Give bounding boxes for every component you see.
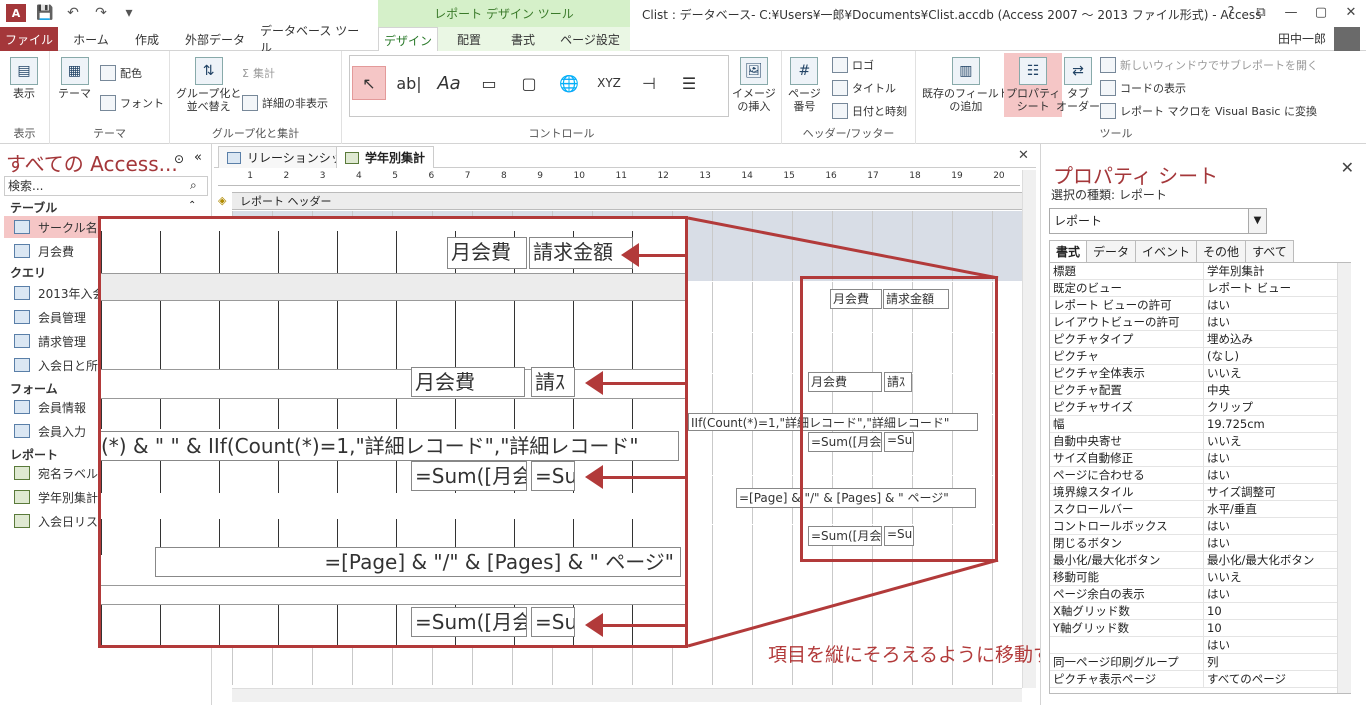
property-row[interactable]: ページに合わせる はい	[1050, 467, 1350, 484]
property-name: ページに合わせる	[1050, 467, 1204, 483]
highlight-box	[800, 276, 998, 562]
property-value[interactable]: いいえ	[1204, 433, 1350, 449]
tab-all[interactable]: すべて	[1245, 240, 1294, 262]
property-name: ピクチャ表示ページ	[1050, 671, 1204, 687]
property-row[interactable]: 標題 学年別集計	[1050, 263, 1350, 280]
tab-other[interactable]: その他	[1196, 240, 1247, 262]
property-sheet: プロパティ シート ✕ 選択の種類: レポート レポート ▼ 書式 データ イベ…	[1040, 144, 1366, 705]
property-value[interactable]: はい	[1204, 535, 1350, 551]
property-row[interactable]: スクロールバー 水平/垂直	[1050, 501, 1350, 518]
property-value[interactable]: はい	[1204, 586, 1350, 602]
property-value[interactable]: 学年別集計	[1204, 263, 1350, 279]
property-name: ピクチャ配置	[1050, 382, 1204, 398]
property-name: 自動中央寄せ	[1050, 433, 1204, 449]
property-value[interactable]: 列	[1204, 654, 1350, 670]
property-row[interactable]: コントロールボックス はい	[1050, 518, 1350, 535]
property-sheet-title: プロパティ シート	[1053, 164, 1219, 188]
property-row[interactable]: レポート ビューの許可 はい	[1050, 297, 1350, 314]
selection-type: 選択の種類: レポート	[1051, 188, 1167, 202]
property-name: サイズ自動修正	[1050, 450, 1204, 466]
property-name: コントロールボックス	[1050, 518, 1204, 534]
property-row[interactable]: ピクチャ全体表示 いいえ	[1050, 365, 1350, 382]
property-name: ページ余白の表示	[1050, 586, 1204, 602]
property-value[interactable]: (なし)	[1204, 348, 1350, 364]
tab-format[interactable]: 書式	[1049, 240, 1088, 262]
property-row[interactable]: ピクチャ (なし)	[1050, 348, 1350, 365]
property-row[interactable]: はい	[1050, 637, 1350, 654]
close-icon[interactable]: ✕	[1341, 158, 1354, 177]
tab-data[interactable]: データ	[1086, 240, 1137, 262]
chevron-down-icon[interactable]: ▼	[1248, 209, 1266, 233]
property-value[interactable]: はい	[1204, 450, 1350, 466]
property-name: ピクチャ全体表示	[1050, 365, 1204, 381]
property-name: Y軸グリッド数	[1050, 620, 1204, 636]
property-name: 閉じるボタン	[1050, 535, 1204, 551]
property-name: 標題	[1050, 263, 1204, 279]
property-name	[1050, 637, 1204, 653]
property-value[interactable]: はい	[1204, 518, 1350, 534]
property-row[interactable]: Y軸グリッド数 10	[1050, 620, 1350, 637]
property-name: 最小化/最大化ボタン	[1050, 552, 1204, 568]
property-value[interactable]: 10	[1204, 603, 1350, 619]
property-name: 同一ページ印刷グループ	[1050, 654, 1204, 670]
property-value[interactable]: 最小化/最大化ボタン	[1204, 552, 1350, 568]
property-name: 境界線スタイル	[1050, 484, 1204, 500]
property-row[interactable]: ピクチャ配置 中央	[1050, 382, 1350, 399]
property-name: ピクチャサイズ	[1050, 399, 1204, 415]
property-table: 標題 学年別集計 既定のビュー レポート ビュー レポート ビューの許可 はい レイアウトビ…	[1049, 262, 1351, 694]
property-name: 移動可能	[1050, 569, 1204, 585]
property-value[interactable]: いいえ	[1204, 569, 1350, 585]
property-row[interactable]: X軸グリッド数 10	[1050, 603, 1350, 620]
property-row[interactable]: 最小化/最大化ボタン 最小化/最大化ボタン	[1050, 552, 1350, 569]
tab-event[interactable]: イベント	[1135, 240, 1198, 262]
property-value[interactable]: すべてのページ	[1204, 671, 1350, 687]
property-value[interactable]: いいえ	[1204, 365, 1350, 381]
property-row[interactable]: 境界線スタイル サイズ調整可	[1050, 484, 1350, 501]
property-value[interactable]: クリップ	[1204, 399, 1350, 415]
property-value[interactable]: レポート ビュー	[1204, 280, 1350, 296]
property-row[interactable]: 既定のビュー レポート ビュー	[1050, 280, 1350, 297]
property-row[interactable]: 移動可能 いいえ	[1050, 569, 1350, 586]
property-row[interactable]: ピクチャサイズ クリップ	[1050, 399, 1350, 416]
property-row[interactable]: レイアウトビューの許可 はい	[1050, 314, 1350, 331]
property-row[interactable]: 幅 19.725cm	[1050, 416, 1350, 433]
property-name: レイアウトビューの許可	[1050, 314, 1204, 330]
property-row[interactable]: サイズ自動修正 はい	[1050, 450, 1350, 467]
property-row[interactable]: 同一ページ印刷グループ列	[1050, 654, 1350, 671]
selection-dropdown[interactable]: レポート ▼	[1049, 208, 1267, 234]
property-value[interactable]: はい	[1204, 467, 1350, 483]
annotation-text: 項目を縦にそろえるように移動する	[768, 644, 1072, 666]
property-row[interactable]: ピクチャタイプ 埋め込み	[1050, 331, 1350, 348]
property-row[interactable]: 閉じるボタン はい	[1050, 535, 1350, 552]
property-value[interactable]: 中央	[1204, 382, 1350, 398]
property-name: 既定のビュー	[1050, 280, 1204, 296]
property-value[interactable]: 19.725cm	[1204, 416, 1350, 432]
property-value[interactable]: 水平/垂直	[1204, 501, 1350, 517]
property-name: スクロールバー	[1050, 501, 1204, 517]
property-value[interactable]: はい	[1204, 637, 1350, 653]
property-name: ピクチャ	[1050, 348, 1204, 364]
property-scrollbar[interactable]	[1337, 263, 1351, 693]
property-name: 幅	[1050, 416, 1204, 432]
selection-value: レポート	[1054, 214, 1103, 228]
property-value[interactable]: はい	[1204, 297, 1350, 313]
property-row[interactable]: ページ余白の表示 はい	[1050, 586, 1350, 603]
property-value[interactable]: サイズ調整可	[1204, 484, 1350, 500]
property-value[interactable]: 10	[1204, 620, 1350, 636]
property-value[interactable]: はい	[1204, 314, 1350, 330]
property-name: ピクチャタイプ	[1050, 331, 1204, 347]
property-row[interactable]: ピクチャ表示ページ すべてのページ	[1050, 671, 1350, 688]
property-row[interactable]: 自動中央寄せ いいえ	[1050, 433, 1350, 450]
property-name: X軸グリッド数	[1050, 603, 1204, 619]
property-tabs: 書式 データ イベント その他 すべて	[1049, 240, 1294, 262]
property-name: レポート ビューの許可	[1050, 297, 1204, 313]
property-value[interactable]: 埋め込み	[1204, 331, 1350, 347]
